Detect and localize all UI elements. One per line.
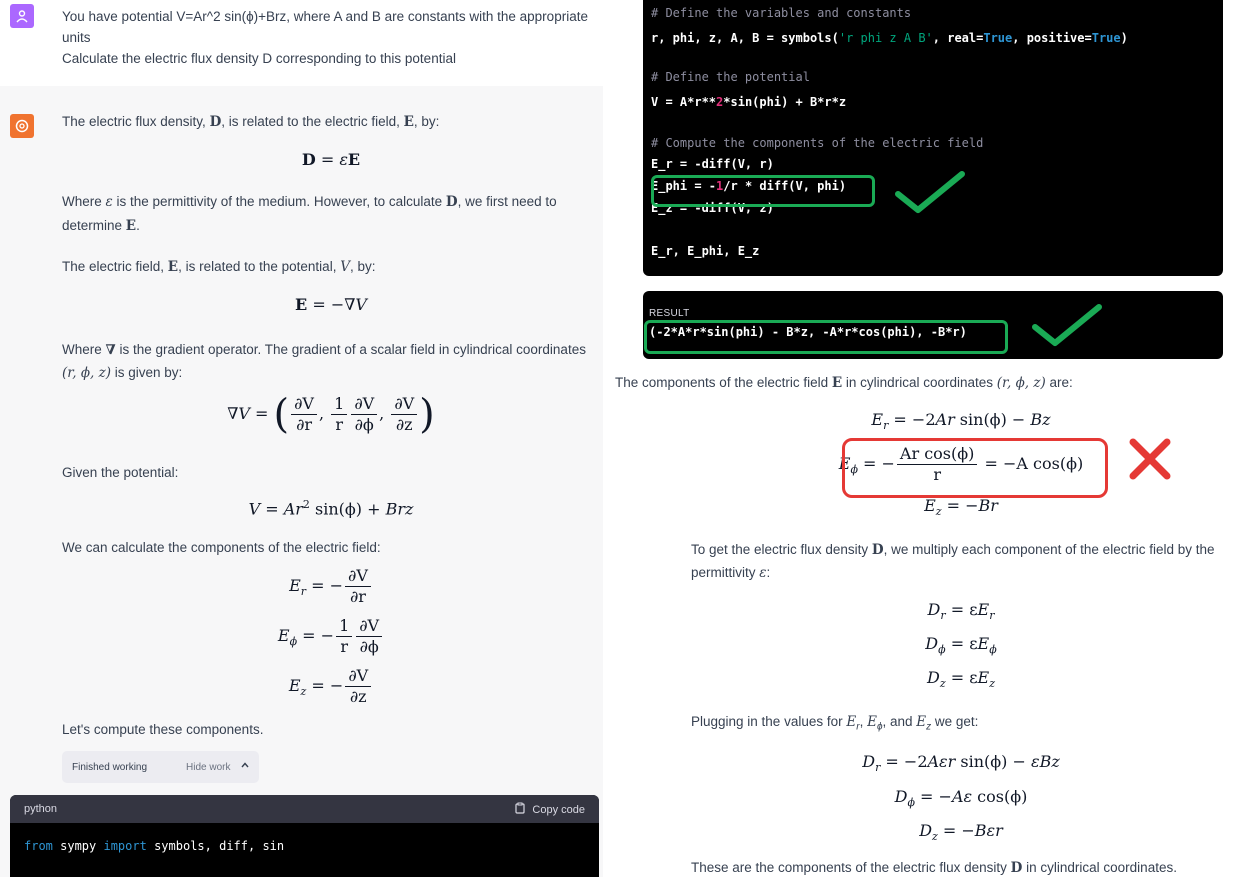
equation-dphi: Dϕ = εEϕ: [925, 634, 997, 657]
paragraph: (r, ϕ, z) is given by:: [62, 365, 183, 381]
chevron-up-icon[interactable]: [240, 760, 250, 773]
equation-final-dphi: Dϕ = −Aε cos(ϕ): [894, 787, 1028, 810]
equation-ez: Ez = −Br: [924, 496, 998, 519]
paragraph: These are the components of the electric…: [691, 860, 1177, 876]
finished-working-toggle[interactable]: Finished working Hide work: [62, 751, 259, 783]
error-highlight-box: [842, 438, 1108, 498]
right-screenshot-panel: # Define the variables and constants r, p…: [611, 0, 1233, 877]
paragraph: Plugging in the values for Er, Eϕ, and E…: [691, 714, 979, 733]
check-icon: [894, 170, 966, 219]
equation-ephi: Eϕ = −1 r ∂V ∂ϕ: [62, 616, 600, 657]
check-icon: [1031, 303, 1103, 352]
code-line: from sympy import symbols, diff, sin: [24, 839, 285, 853]
equation-gradient: ∇V = (∂V ∂r, 1 r ∂V ∂ϕ, ∂V ∂z): [227, 391, 435, 438]
openai-logo-icon: [10, 114, 34, 138]
result-label: RESULT: [649, 308, 690, 319]
highlight-box-result: [644, 320, 1008, 354]
code-block: # Define the variables and constants r, p…: [643, 0, 1223, 276]
code-language-label: python: [24, 803, 58, 815]
clipboard-icon: [514, 802, 526, 817]
copy-code-button[interactable]: Copy code: [514, 802, 585, 817]
code-line: E_r = -diff(V, r): [651, 157, 774, 171]
paragraph: The electric flux density, D, is related…: [62, 114, 440, 130]
code-line: V = A*r**2*sin(phi) + B*r*z: [651, 95, 847, 109]
code-block: python Copy code from sympy import symbo…: [10, 795, 599, 877]
user-icon: [10, 4, 34, 28]
equation-dz: Dz = εEz: [927, 668, 995, 691]
highlight-box-e-phi: [651, 175, 875, 207]
equation-er: Er = −2Ar sin(ϕ) − Bz: [871, 410, 1051, 433]
equation-dr: Dr = εEr: [927, 600, 995, 623]
equation-potential: V = Ar2 sin(ϕ) + Brz: [248, 498, 414, 519]
code-line: # Define the variables and constants: [651, 6, 912, 20]
paragraph: Where ∇ is the gradient operator. The gr…: [62, 342, 586, 358]
cross-icon: [1127, 436, 1173, 487]
paragraph: Where ε is the permittivity of the mediu…: [62, 194, 557, 210]
code-line: E_r, E_phi, E_z: [651, 244, 760, 258]
code-line: # Define the potential: [651, 70, 810, 84]
user-message-text: You have potential V=Ar^2 sin(ϕ)+Brz, wh…: [62, 6, 592, 69]
paragraph: We can calculate the components of the e…: [62, 540, 381, 555]
equation-final-dz: Dz = −Bεr: [919, 821, 1003, 844]
code-block-header: python Copy code: [10, 795, 599, 823]
user-text-line: units: [62, 30, 91, 45]
paragraph: determine E.: [62, 218, 140, 234]
user-message: You have potential V=Ar^2 sin(ϕ)+Brz, wh…: [0, 0, 603, 86]
user-text-line: Calculate the electric flux density D co…: [62, 51, 456, 66]
paragraph: To get the electric flux density D, we m…: [691, 542, 1215, 558]
code-line: r, phi, z, A, B = symbols('r phi z A B',…: [651, 31, 1128, 45]
code-line: # Compute the components of the electric…: [651, 136, 984, 150]
left-screenshot-panel: You have potential V=Ar^2 sin(ϕ)+Brz, wh…: [0, 0, 603, 877]
equation-ez: Ez = − ∂V ∂z: [62, 666, 600, 707]
paragraph: The electric field, E, is related to the…: [62, 259, 376, 275]
paragraph: Let's compute these components.: [62, 722, 264, 737]
equation-d-epsilon-e: D = εE: [301, 150, 361, 169]
paragraph: Given the potential:: [62, 465, 179, 480]
equation-final-dr: Dr = −2Aεr sin(ϕ) − εBz: [862, 752, 1060, 775]
user-text-line: You have potential V=Ar^2 sin(ϕ)+Brz, wh…: [62, 9, 588, 24]
paragraph: permittivity ε:: [691, 565, 771, 581]
equation-er: Er = − ∂V ∂r: [62, 566, 600, 607]
paragraph: The components of the electric field E i…: [615, 375, 1073, 391]
equation-e-grad-v: E = −∇V: [295, 295, 367, 314]
hide-work-button[interactable]: Hide work: [186, 762, 230, 773]
copy-code-label: Copy code: [532, 803, 585, 816]
finished-working-label: Finished working: [72, 762, 148, 773]
